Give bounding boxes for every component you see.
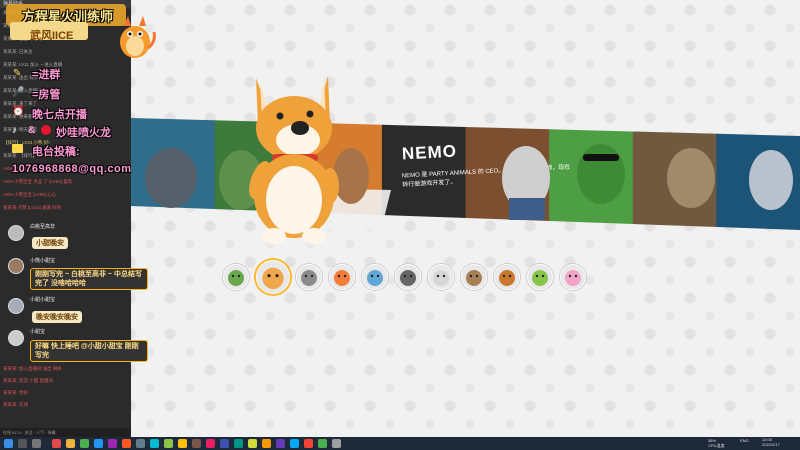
app-icon[interactable] [136, 439, 145, 448]
otter-character [667, 148, 715, 208]
clock-icon: ⏰ [12, 106, 25, 117]
chat-footer: 在线 6174 · 关注 · 人气 · 弹幕 [0, 428, 131, 437]
avatar [8, 330, 24, 346]
character-option-10[interactable] [527, 264, 553, 290]
app-icon[interactable] [150, 439, 159, 448]
mail-icon [12, 144, 23, 153]
contact-email: 1076968868@qq.com [12, 163, 132, 175]
character-option-1[interactable] [223, 264, 249, 290]
app-icon[interactable] [220, 439, 229, 448]
bubble-username: 小熊小甜宝 [30, 258, 56, 264]
character-portrait-icon [495, 265, 519, 289]
stream-chat-panel: 弹幕助手 某某某: 加入直播间某某某: LV42 欢迎进入直播间某某某: 送出 … [0, 0, 131, 437]
wolf-character [145, 148, 197, 208]
character-option-2[interactable] [256, 260, 290, 294]
character-portrait-icon [462, 265, 486, 289]
character-portrait-icon [429, 265, 453, 289]
dragon-mascot-icon [120, 16, 156, 58]
app-icon[interactable] [332, 439, 341, 448]
corgi-character [249, 76, 339, 244]
chat-bubble: 小甜晚安 [32, 237, 68, 249]
chat-bubble: 好嘛 快上睡吧 @小甜小甜宝 刚刚写完 [30, 340, 148, 362]
app-icon[interactable] [262, 439, 271, 448]
app-icon[interactable] [234, 439, 243, 448]
chat-bubble: 刚刚写完 ~ 白桃至高非 ~ 中总结写完了 没啥哈哈哈 [30, 268, 148, 290]
character-portrait-icon [257, 261, 289, 293]
windows-taskbar: 38% CPU温度 ENG 12:00 2022/2/17 [0, 437, 800, 450]
character-option-9[interactable] [494, 264, 520, 290]
character-option-6[interactable] [395, 264, 421, 290]
join-group-label: =进群 [32, 69, 61, 81]
character-option-11[interactable] [560, 264, 586, 290]
husky-character [749, 150, 793, 210]
avatar [8, 225, 24, 241]
character-option-7[interactable] [428, 264, 454, 290]
clock-date[interactable]: 2022/2/17 [762, 442, 780, 448]
windows-start-icon[interactable] [4, 439, 13, 448]
app-icon[interactable] [206, 439, 215, 448]
bubble-username: 小甜小甜宝 [30, 297, 56, 303]
microphone-icon: 🎤 [12, 87, 25, 98]
character-option-8[interactable] [461, 264, 487, 290]
app-icon[interactable] [276, 439, 285, 448]
task-view-icon[interactable] [32, 439, 41, 448]
character-lineup [145, 144, 793, 220]
stream-schedule: 晚七点开播 [32, 109, 87, 121]
avatar [8, 298, 24, 314]
app-icon[interactable] [304, 439, 313, 448]
character-option-4[interactable] [329, 264, 355, 290]
app-icon[interactable] [248, 439, 257, 448]
character-portrait-icon [297, 265, 321, 289]
chat-bubble: 晚安晚安晚安 [32, 311, 82, 323]
character-portrait-icon [561, 265, 585, 289]
app-icon[interactable] [164, 439, 173, 448]
search-icon[interactable] [18, 439, 27, 448]
character-option-5[interactable] [362, 264, 388, 290]
bubble-username: 小甜宝 [30, 329, 46, 335]
platform-handle: 妙哇喷火龙 [56, 127, 111, 139]
frog-character [577, 144, 625, 204]
chat-message: 某某某: 欢迎 小甜 直播间 [3, 378, 54, 383]
weibo-icon [41, 125, 51, 135]
chat-message: 某某某: 加入直播间 送出 辣条 [3, 366, 62, 371]
streamer-name: 武风IICE [30, 30, 74, 42]
app-icon[interactable] [66, 439, 75, 448]
app-icon[interactable] [178, 439, 187, 448]
character-portrait-icon [363, 265, 387, 289]
character-portrait-icon [396, 265, 420, 289]
bubble-username: 白桃至高非 [30, 224, 56, 230]
chat-message: 某某某: 已关注 [3, 49, 33, 54]
app-icon[interactable] [122, 439, 131, 448]
character-option-3[interactable] [296, 264, 322, 290]
room-manager-label: =房管 [32, 89, 61, 101]
chat-message: AXM 小熊宝宝 点击 了 [LV50] 喜欢 [3, 179, 73, 184]
chat-message: 某某某 点赞 [LV14] 满满 好的 [3, 205, 62, 210]
app-icon[interactable] [192, 439, 201, 448]
character-portrait-icon [330, 265, 354, 289]
goat-suit [509, 198, 545, 220]
app-icon[interactable] [94, 439, 103, 448]
language-indicator[interactable]: ENG [740, 438, 749, 444]
tiktok-icon: ♪ [12, 125, 17, 136]
sunglasses-icon [583, 154, 619, 161]
avatar [8, 258, 24, 274]
app-icon[interactable] [290, 439, 299, 448]
cpu-status: 38% CPU温度 [708, 438, 725, 448]
app-icon[interactable] [318, 439, 327, 448]
submission-label: 电台投稿: [32, 146, 80, 158]
ampersand-text: & [28, 125, 36, 136]
chat-message: 某某某: 在线 [3, 402, 29, 407]
app-icon[interactable] [80, 439, 89, 448]
character-portrait-icon [224, 265, 248, 289]
app-icon[interactable] [108, 439, 117, 448]
chat-message: 某某某: 你好 [3, 390, 29, 395]
chat-message: AXM 小熊宝宝 [LV58] 心心 [3, 192, 57, 197]
app-icon[interactable] [52, 439, 61, 448]
character-portrait-icon [528, 265, 552, 289]
pencil-icon: ✎ [13, 68, 22, 79]
